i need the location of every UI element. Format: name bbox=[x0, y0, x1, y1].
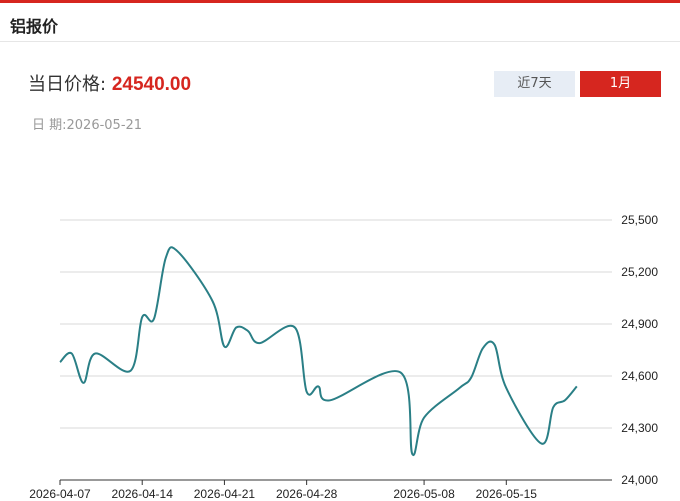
y-tick-label: 25,500 bbox=[621, 213, 658, 227]
data-point[interactable] bbox=[316, 384, 320, 388]
data-point[interactable] bbox=[399, 371, 403, 375]
y-tick-label: 24,000 bbox=[621, 473, 658, 487]
y-tick-label: 24,300 bbox=[621, 421, 658, 435]
data-point[interactable] bbox=[305, 390, 309, 394]
y-tick-label: 25,200 bbox=[621, 265, 658, 279]
x-tick-label: 2026-04-28 bbox=[276, 487, 338, 501]
data-point[interactable] bbox=[164, 256, 168, 260]
data-point[interactable] bbox=[93, 352, 97, 356]
data-point[interactable] bbox=[563, 398, 567, 402]
x-tick-label: 2026-04-07 bbox=[29, 487, 91, 501]
x-tick-label: 2026-04-21 bbox=[194, 487, 256, 501]
grid-lines bbox=[60, 219, 612, 481]
data-point[interactable] bbox=[152, 317, 156, 321]
data-point[interactable] bbox=[481, 346, 485, 350]
data-point[interactable] bbox=[469, 376, 473, 380]
data-point[interactable] bbox=[222, 345, 226, 349]
data-point[interactable] bbox=[493, 343, 497, 347]
data-point[interactable] bbox=[82, 381, 86, 385]
data-point[interactable] bbox=[540, 442, 544, 446]
data-point[interactable] bbox=[70, 352, 74, 356]
price-line-chart: 24,000 24,300 24,600 24,900 25,200 25,500 202… bbox=[29, 213, 658, 501]
y-tick-label: 24,600 bbox=[621, 369, 658, 383]
y-tick-label: 24,900 bbox=[621, 317, 658, 331]
data-point[interactable] bbox=[140, 315, 144, 319]
data-point[interactable] bbox=[328, 398, 332, 402]
y-axis-ticks: 24,000 24,300 24,600 24,900 25,200 25,500 bbox=[621, 213, 658, 487]
data-point[interactable] bbox=[58, 360, 62, 364]
data-point[interactable] bbox=[504, 386, 508, 390]
data-point[interactable] bbox=[246, 329, 250, 333]
x-axis-ticks: 2026-04-07 2026-04-14 2026-04-21 2026-04-28… bbox=[29, 480, 537, 501]
x-tick-label: 2026-04-14 bbox=[112, 487, 174, 501]
series-layer bbox=[58, 246, 579, 457]
data-point[interactable] bbox=[234, 326, 238, 330]
data-point[interactable] bbox=[457, 386, 461, 390]
data-point[interactable] bbox=[175, 249, 179, 253]
data-point[interactable] bbox=[410, 452, 414, 456]
series-line bbox=[59, 246, 578, 457]
data-point[interactable] bbox=[258, 341, 262, 345]
x-tick-label: 2026-05-15 bbox=[476, 487, 538, 501]
x-tick-label: 2026-05-08 bbox=[393, 487, 455, 501]
data-point[interactable] bbox=[211, 300, 215, 304]
data-point[interactable] bbox=[551, 405, 555, 409]
data-point[interactable] bbox=[575, 384, 579, 388]
data-point[interactable] bbox=[129, 369, 133, 373]
data-point[interactable] bbox=[422, 416, 426, 420]
data-point[interactable] bbox=[293, 326, 297, 330]
